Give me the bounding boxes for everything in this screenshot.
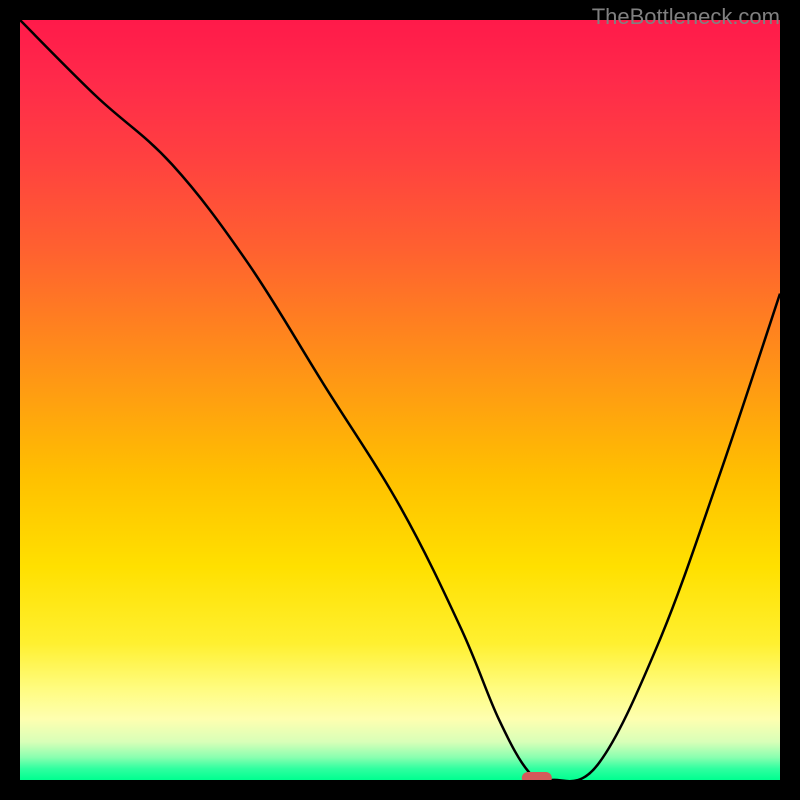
optimum-marker [522, 772, 552, 780]
bottleneck-curve [20, 20, 780, 780]
curve-layer [20, 20, 780, 780]
plot-area [20, 20, 780, 780]
watermark-text: TheBottleneck.com [592, 4, 780, 30]
